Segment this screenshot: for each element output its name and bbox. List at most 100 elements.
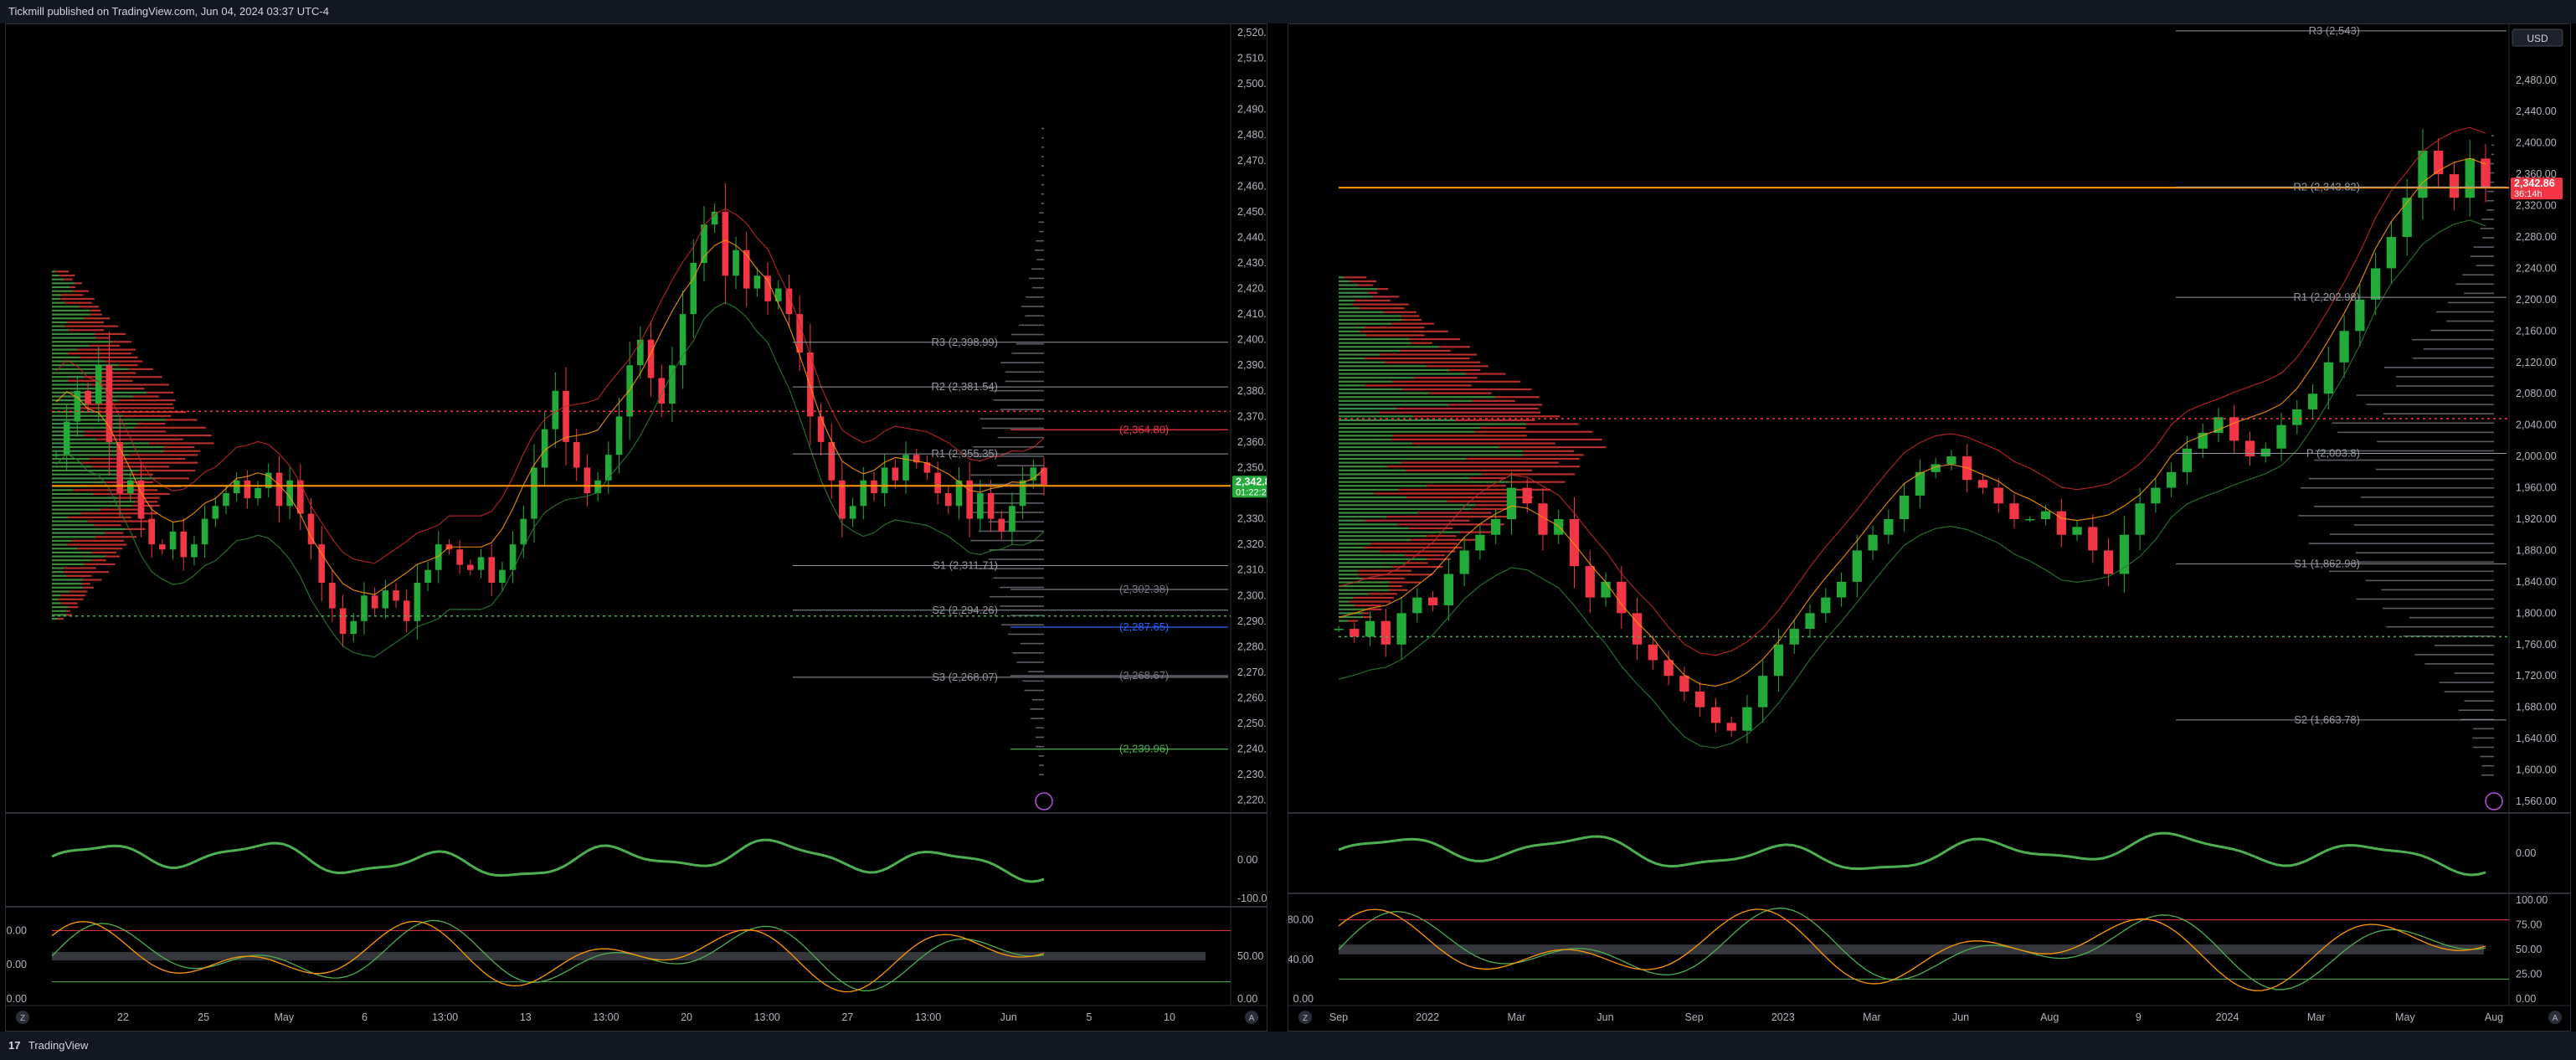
candle-body[interactable] xyxy=(1459,550,1469,574)
candle-body[interactable] xyxy=(255,487,261,499)
candle-body[interactable] xyxy=(658,378,666,404)
candle-body[interactable] xyxy=(1805,613,1815,630)
candle-body[interactable] xyxy=(169,531,177,550)
candle-body[interactable] xyxy=(1041,467,1047,486)
candle-body[interactable] xyxy=(1726,723,1736,731)
candle-body[interactable] xyxy=(456,549,463,565)
candle-body[interactable] xyxy=(1742,707,1752,731)
candle-body[interactable] xyxy=(2025,518,2035,521)
candle-body[interactable] xyxy=(1350,629,1360,637)
candle-body[interactable] xyxy=(159,544,166,550)
candle-body[interactable] xyxy=(1710,707,1721,723)
candle-body[interactable] xyxy=(1601,581,1611,598)
candle-body[interactable] xyxy=(2135,503,2145,535)
candle-body[interactable] xyxy=(2244,440,2255,457)
candle-body[interactable] xyxy=(722,211,729,276)
candle-body[interactable] xyxy=(2276,425,2286,449)
candle-body[interactable] xyxy=(690,263,697,315)
candle-body[interactable] xyxy=(1852,550,1862,582)
candle-body[interactable] xyxy=(892,467,899,481)
candle-body[interactable] xyxy=(371,595,378,609)
candle-body[interactable] xyxy=(753,275,761,289)
candle-body[interactable] xyxy=(2151,487,2161,504)
candle-body[interactable] xyxy=(233,480,240,494)
candle-body[interactable] xyxy=(350,620,357,635)
candle-body[interactable] xyxy=(329,582,336,609)
candle-body[interactable] xyxy=(488,557,496,583)
candle-body[interactable] xyxy=(584,467,591,494)
candle-body[interactable] xyxy=(1884,518,1894,535)
candle-body[interactable] xyxy=(531,467,537,519)
candle-body[interactable] xyxy=(796,314,803,352)
candle-body[interactable] xyxy=(743,250,750,289)
candle-body[interactable] xyxy=(1475,534,1485,551)
candle-body[interactable] xyxy=(1836,581,1847,598)
candle-body[interactable] xyxy=(2323,362,2333,394)
candle-body[interactable] xyxy=(1019,480,1026,507)
candle-body[interactable] xyxy=(2371,268,2381,300)
candle-body[interactable] xyxy=(2307,394,2318,409)
candle-body[interactable] xyxy=(2167,471,2177,488)
candle-body[interactable] xyxy=(2088,527,2098,551)
candle-body[interactable] xyxy=(2229,417,2239,441)
candle-body[interactable] xyxy=(2418,151,2428,198)
candle-body[interactable] xyxy=(2103,550,2114,574)
candle-body[interactable] xyxy=(1868,534,1878,551)
candle-body[interactable] xyxy=(127,480,134,494)
candle-body[interactable] xyxy=(647,339,655,378)
candle-body[interactable] xyxy=(828,441,836,481)
candle-body[interactable] xyxy=(477,557,485,570)
candle-body[interactable] xyxy=(1695,691,1705,708)
candle-body[interactable] xyxy=(2056,511,2066,535)
candle-body[interactable] xyxy=(1758,676,1768,708)
candle-body[interactable] xyxy=(934,472,941,494)
candle-body[interactable] xyxy=(987,493,995,519)
candle-body[interactable] xyxy=(520,518,527,545)
candle-body[interactable] xyxy=(53,455,59,456)
candle-body[interactable] xyxy=(1585,566,1595,598)
right-chart-pane[interactable]: R3 (2,543) R2 (2,343.82) R1 (2,202.98) P (2… xyxy=(1288,23,2571,1032)
candle-body[interactable] xyxy=(817,416,825,442)
candle-body[interactable] xyxy=(563,390,569,442)
lightning-icon[interactable] xyxy=(1035,792,1053,810)
candle-body[interactable] xyxy=(414,582,421,621)
lightning-icon[interactable] xyxy=(2485,792,2503,810)
candle-body[interactable] xyxy=(1977,480,1988,488)
candle-body[interactable] xyxy=(733,250,739,276)
left-chart-svg[interactable]: R3 (2,398.99) R2 (2,381.54) R1 (2,355.35) S… xyxy=(1,24,1281,1031)
candle-body[interactable] xyxy=(286,480,293,507)
candle-body[interactable] xyxy=(2040,511,2051,519)
candle-body[interactable] xyxy=(148,518,155,545)
candle-body[interactable] xyxy=(424,569,431,583)
candle-body[interactable] xyxy=(2292,409,2302,425)
candle-body[interactable] xyxy=(1412,597,1422,614)
candle-body[interactable] xyxy=(626,365,633,417)
candle-body[interactable] xyxy=(1443,574,1453,605)
left-chart-pane[interactable]: R3 (2,398.99) R2 (2,381.54) R1 (2,355.35) S… xyxy=(1,23,1281,1032)
candle-body[interactable] xyxy=(881,467,888,494)
candle-body[interactable] xyxy=(180,531,188,558)
candle-body[interactable] xyxy=(1821,597,1831,614)
candle-body[interactable] xyxy=(615,416,623,455)
footer-brand[interactable]: TradingView xyxy=(28,1039,89,1052)
candle-body[interactable] xyxy=(2182,448,2193,472)
candle-body[interactable] xyxy=(1569,518,1580,567)
candle-body[interactable] xyxy=(2355,299,2365,332)
candle-body[interactable] xyxy=(1663,660,1674,677)
candle-body[interactable] xyxy=(393,590,399,601)
candle-body[interactable] xyxy=(191,544,198,558)
candle-body[interactable] xyxy=(1381,620,1391,645)
candle-body[interactable] xyxy=(275,472,283,507)
candle-body[interactable] xyxy=(594,480,601,494)
candle-body[interactable] xyxy=(361,595,368,621)
candle-body[interactable] xyxy=(201,518,208,545)
candle-body[interactable] xyxy=(998,518,1005,532)
candle-body[interactable] xyxy=(1009,506,1015,532)
candle-body[interactable] xyxy=(467,564,474,570)
candle-body[interactable] xyxy=(403,600,410,621)
candle-body[interactable] xyxy=(1365,620,1375,637)
candle-body[interactable] xyxy=(679,314,686,366)
candle-body[interactable] xyxy=(669,365,676,404)
candle-body[interactable] xyxy=(382,590,389,609)
candle-body[interactable] xyxy=(1773,644,1784,677)
